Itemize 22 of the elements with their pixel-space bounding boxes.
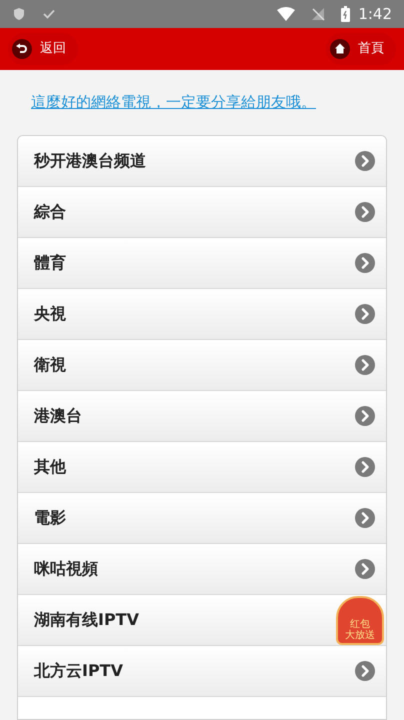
wifi-icon	[277, 7, 296, 21]
home-button[interactable]: 首頁	[326, 33, 396, 65]
no-signal-icon	[311, 7, 326, 21]
check-icon	[42, 7, 56, 21]
chevron-right-icon	[354, 507, 376, 529]
status-time: 1:42	[358, 4, 392, 25]
back-button[interactable]: 返回	[8, 33, 78, 65]
home-icon	[330, 39, 350, 59]
chevron-right-icon	[354, 405, 376, 427]
chevron-right-icon	[354, 303, 376, 325]
gift-badge-text: 红包 大放送	[345, 618, 375, 640]
channel-item[interactable]: 秒开港澳台频道	[18, 136, 386, 187]
chevron-right-icon	[354, 150, 376, 172]
channel-item[interactable]: 湖南有线IPTV 红包 大放送	[18, 595, 386, 646]
chevron-right-icon	[354, 201, 376, 223]
chevron-right-icon	[354, 660, 376, 682]
chevron-right-icon	[354, 456, 376, 478]
chevron-right-icon	[354, 558, 376, 580]
chevron-right-icon	[354, 354, 376, 376]
chevron-right-icon	[354, 252, 376, 274]
battery-icon	[341, 6, 350, 22]
shield-icon	[12, 7, 26, 21]
